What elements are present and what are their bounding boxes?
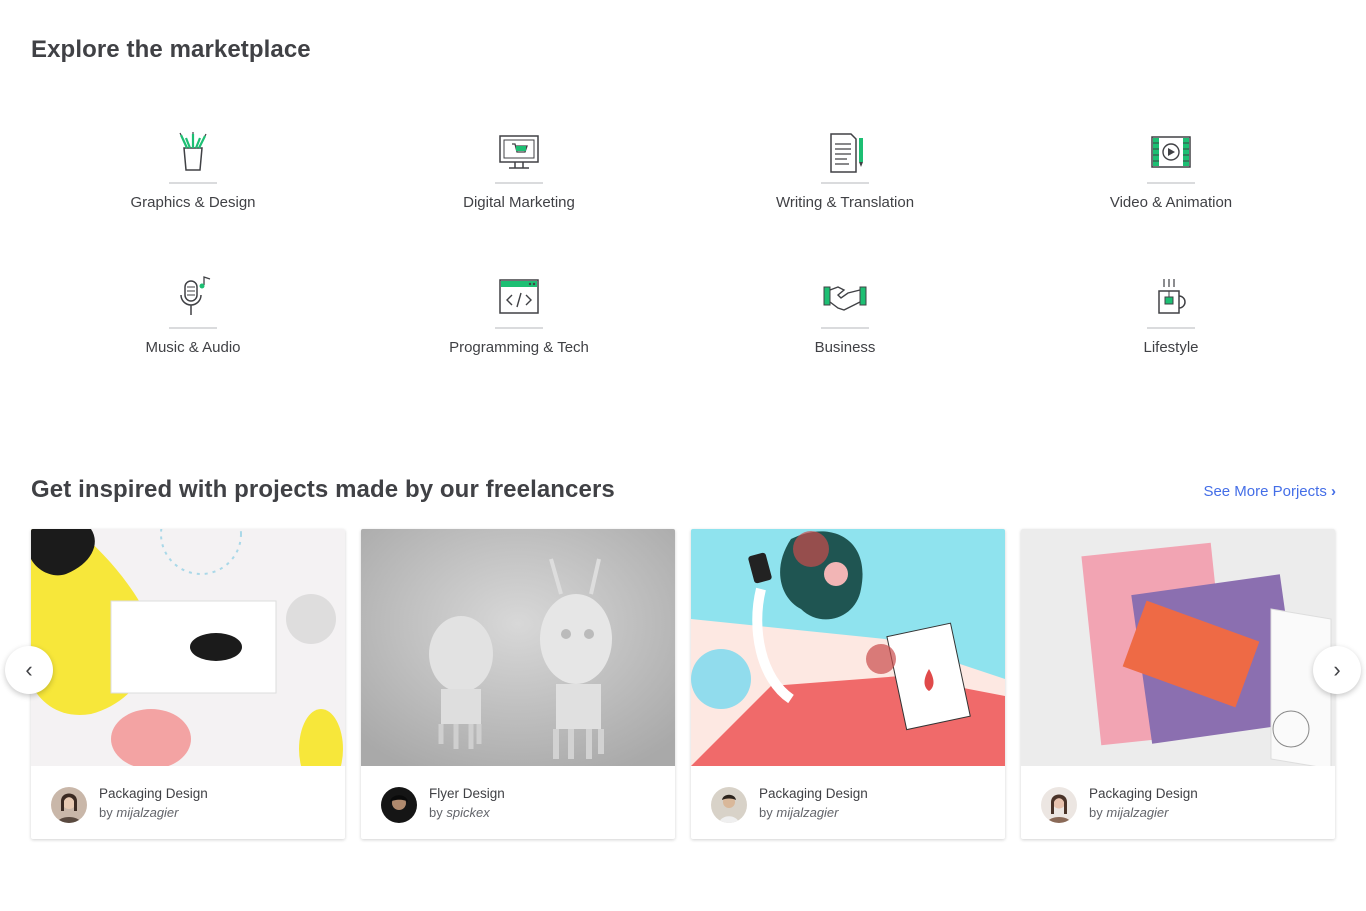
chevron-left-icon: ‹ [25, 657, 33, 682]
category-label: Graphics & Design [130, 194, 256, 211]
category-programming-tech[interactable]: Programming & Tech [356, 275, 682, 356]
project-image [1021, 529, 1335, 770]
category-digital-marketing[interactable]: Digital Marketing [356, 130, 682, 211]
project-card[interactable]: Packaging Design by mijalzagier [31, 529, 345, 839]
card-byline: by spickex [429, 805, 490, 820]
projects-carousel: Packaging Design by mijalzagier Flyer De… [31, 529, 1336, 839]
project-card[interactable]: Flyer Design by spickex [361, 529, 675, 839]
pencil-cup-icon [179, 132, 207, 171]
carousel-next-button[interactable]: › [1313, 646, 1361, 694]
project-image [361, 529, 675, 766]
project-image [691, 529, 1005, 766]
category-label: Business [814, 339, 876, 356]
chevron-right-icon: › [1333, 657, 1341, 682]
card-title: Packaging Design [759, 786, 868, 801]
card-byline: by mijalzagier [99, 805, 179, 820]
film-play-icon [1151, 136, 1191, 168]
category-video-animation[interactable]: Video & Animation [1008, 130, 1334, 211]
author-name[interactable]: mijalzagier [1106, 805, 1168, 820]
author-name[interactable]: mijalzagier [116, 805, 178, 820]
card-title: Flyer Design [429, 786, 505, 801]
author-avatar[interactable] [1041, 787, 1077, 823]
card-byline: by mijalzagier [1089, 805, 1169, 820]
handshake-icon [823, 286, 867, 311]
category-label: Programming & Tech [449, 339, 589, 356]
mug-icon [1158, 279, 1186, 314]
category-label: Music & Audio [145, 339, 241, 356]
project-card[interactable]: Packaging Design by mijalzagier [691, 529, 1005, 839]
author-name[interactable]: spickex [446, 805, 489, 820]
category-music-audio[interactable]: Music & Audio [30, 275, 356, 356]
see-more-label: See More Porjects [1203, 483, 1327, 500]
carousel-prev-button[interactable]: ‹ [5, 646, 53, 694]
card-title: Packaging Design [99, 786, 208, 801]
author-name[interactable]: mijalzagier [776, 805, 838, 820]
marketplace-title: Explore the marketplace [31, 36, 311, 63]
monitor-cart-icon [499, 135, 539, 169]
author-avatar[interactable] [381, 787, 417, 823]
card-title: Packaging Design [1089, 786, 1198, 801]
category-graphics-design[interactable]: Graphics & Design [30, 130, 356, 211]
project-card[interactable]: Packaging Design by mijalzagier [1021, 529, 1335, 839]
category-label: Digital Marketing [463, 194, 575, 211]
category-label: Lifestyle [1143, 339, 1199, 356]
category-lifestyle[interactable]: Lifestyle [1008, 275, 1334, 356]
chevron-right-icon: › [1331, 483, 1336, 500]
category-label: Video & Animation [1109, 194, 1233, 211]
microphone-note-icon [180, 276, 211, 315]
project-image [31, 529, 345, 789]
inspire-section-title: Get inspired with projects made by our f… [31, 476, 615, 503]
author-avatar[interactable] [711, 787, 747, 823]
category-writing-translation[interactable]: Writing & Translation [682, 130, 1008, 211]
see-more-projects-link[interactable]: See More Porjects › [1203, 483, 1336, 500]
document-pen-icon [830, 133, 863, 173]
author-avatar[interactable] [51, 787, 87, 823]
card-byline: by mijalzagier [759, 805, 839, 820]
category-business[interactable]: Business [682, 275, 1008, 356]
code-window-icon [499, 279, 539, 314]
category-label: Writing & Translation [775, 194, 915, 211]
